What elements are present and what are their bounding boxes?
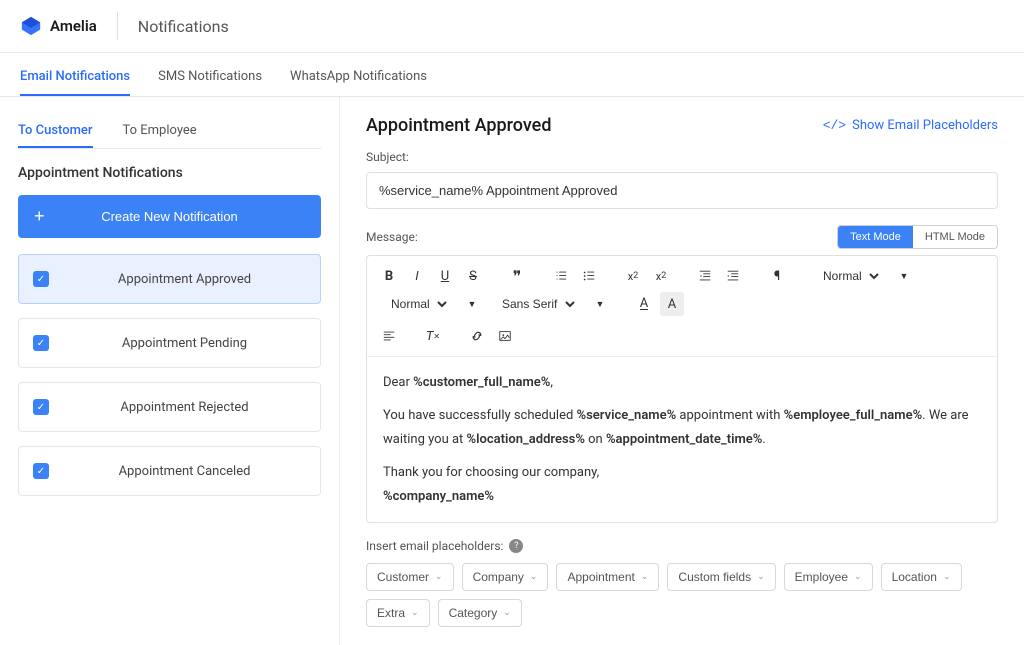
ph-category-button[interactable]: Category⌄ [438,599,522,627]
tab-sms-notifications[interactable]: SMS Notifications [158,59,262,96]
check-icon [33,399,49,415]
section-title: Appointment Notifications [18,165,321,181]
chevron-down-icon: ⌄ [854,571,862,582]
subject-input[interactable] [366,172,998,209]
ph-appointment-button[interactable]: Appointment⌄ [556,563,659,591]
brand-name: Amelia [50,17,97,35]
link-icon[interactable] [465,324,489,348]
bold-icon[interactable]: B [377,264,401,288]
ph-extra-button[interactable]: Extra⌄ [366,599,430,627]
notification-label: Appointment Rejected [63,400,306,415]
italic-icon[interactable]: I [405,264,429,288]
outdent-icon[interactable] [693,264,717,288]
main-panel: Appointment Approved </> Show Email Plac… [340,97,1024,645]
chevron-down-icon: ⌄ [641,571,649,582]
text-direction-icon[interactable]: ¶ [765,264,789,288]
main-tabs: Email Notifications SMS Notifications Wh… [0,59,1024,97]
image-icon[interactable] [493,324,517,348]
main-title: Appointment Approved [366,115,551,136]
notification-item-pending[interactable]: Appointment Pending [18,318,321,368]
chevron-down-icon: ▼ [588,292,612,316]
chevron-down-icon: ⌄ [757,571,765,582]
notification-label: Appointment Pending [63,336,306,351]
superscript-icon[interactable]: x2 [649,264,673,288]
create-button-label: Create New Notification [101,209,238,224]
chevron-down-icon: ⌄ [530,571,538,582]
check-icon [33,463,49,479]
chevron-down-icon: ⌄ [411,607,419,618]
show-email-placeholders-link[interactable]: </> Show Email Placeholders [823,118,998,133]
check-icon [33,271,49,287]
tab-whatsapp-notifications[interactable]: WhatsApp Notifications [290,59,427,96]
ph-customer-button[interactable]: Customer⌄ [366,563,454,591]
notification-item-approved[interactable]: Appointment Approved [18,254,321,304]
bg-color-icon[interactable]: A [660,292,684,316]
heading-select[interactable]: Normal [815,266,882,286]
placeholder-label: Insert email placeholders: ? [366,539,998,553]
placeholder-buttons: Customer⌄ Company⌄ Appointment⌄ Custom f… [366,563,998,627]
divider [117,12,118,40]
chevron-down-icon: ▼ [460,292,484,316]
show-placeholders-label: Show Email Placeholders [852,118,998,133]
subtab-to-customer[interactable]: To Customer [18,115,93,148]
code-icon: </> [823,118,846,133]
ph-location-button[interactable]: Location⌄ [881,563,962,591]
ph-company-button[interactable]: Company⌄ [462,563,549,591]
strike-icon[interactable]: S [461,264,485,288]
notification-label: Appointment Approved [63,272,306,287]
message-label: Message: [366,230,418,244]
message-editor: B I U S ❞ x2 x2 [366,255,998,523]
create-notification-button[interactable]: + Create New Notification [18,195,321,238]
subscript-icon[interactable]: x2 [621,264,645,288]
plus-icon: + [34,206,45,227]
subtab-to-employee[interactable]: To Employee [123,115,197,148]
tab-email-notifications[interactable]: Email Notifications [20,59,130,96]
align-icon[interactable] [377,324,401,348]
subject-label: Subject: [366,150,998,164]
html-mode-button[interactable]: HTML Mode [913,226,997,248]
help-icon[interactable]: ? [509,539,523,553]
sidebar: To Customer To Employee Appointment Noti… [0,97,340,645]
chevron-down-icon: ▼ [892,264,916,288]
check-icon [33,335,49,351]
text-mode-button[interactable]: Text Mode [838,226,913,248]
page-title: Notifications [138,17,229,36]
mode-toggle: Text Mode HTML Mode [837,225,998,249]
font-select[interactable]: Sans Serif [494,294,578,314]
notification-item-rejected[interactable]: Appointment Rejected [18,382,321,432]
chevron-down-icon: ⌄ [943,571,951,582]
editor-toolbar: B I U S ❞ x2 x2 [367,256,997,357]
brand-logo-wrap: Amelia [20,15,97,37]
chevron-down-icon: ⌄ [435,571,443,582]
ph-employee-button[interactable]: Employee⌄ [784,563,873,591]
editor-body[interactable]: Dear %customer_full_name%, You have succ… [367,357,997,522]
notification-label: Appointment Canceled [63,464,306,479]
size-select[interactable]: Normal [383,294,450,314]
amelia-logo-icon [20,15,42,37]
chevron-down-icon: ⌄ [503,607,511,618]
unordered-list-icon[interactable] [577,264,601,288]
ordered-list-icon[interactable] [549,264,573,288]
text-color-icon[interactable]: A [632,292,656,316]
clear-format-icon[interactable]: T✕ [421,324,445,348]
quote-icon[interactable]: ❞ [505,264,529,288]
indent-icon[interactable] [721,264,745,288]
ph-custom-fields-button[interactable]: Custom fields⌄ [667,563,775,591]
notification-item-canceled[interactable]: Appointment Canceled [18,446,321,496]
sub-tabs: To Customer To Employee [18,115,321,149]
underline-icon[interactable]: U [433,264,457,288]
